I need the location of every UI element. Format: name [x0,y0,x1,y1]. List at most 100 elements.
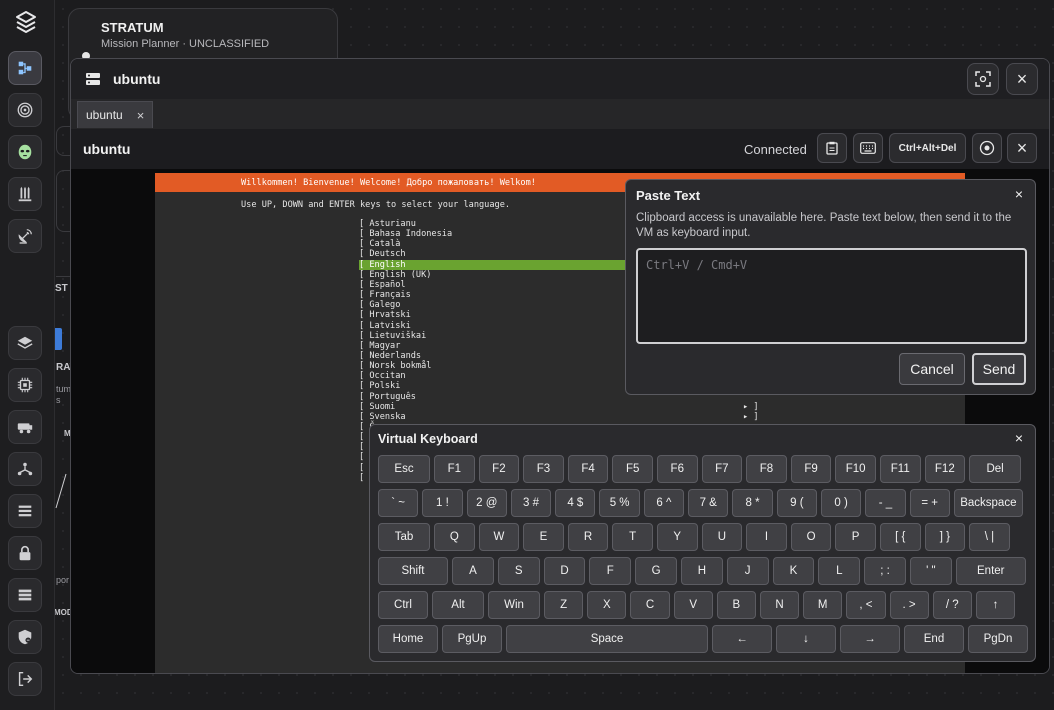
key-0-)[interactable]: 0 ) [820,489,862,517]
window-header[interactable]: ubuntu × [71,59,1049,100]
key-f12[interactable]: F12 [924,455,966,483]
key-h[interactable]: H [680,557,723,585]
key-pgup[interactable]: PgUp [442,625,502,653]
key-f1[interactable]: F1 [434,455,475,483]
rail-vehicle-button[interactable] [8,410,42,444]
key-9-([interactable]: 9 ( [776,489,817,517]
key-\-|[interactable]: \ | [969,523,1010,551]
key-'-"[interactable]: ' " [909,557,952,585]
paste-textarea[interactable] [636,248,1027,344]
key-k[interactable]: K [772,557,815,585]
key-u[interactable]: U [701,523,743,551]
key-pgdn[interactable]: PgDn [968,625,1028,653]
key-=-+[interactable]: = + [909,489,950,517]
key-i[interactable]: I [746,523,787,551]
ctrl-alt-del-button[interactable]: Ctrl+Alt+Del [889,133,966,163]
key-4-$[interactable]: 4 $ [555,489,596,517]
key-↓[interactable]: ↓ [776,625,836,653]
key-.->[interactable]: . > [889,591,929,619]
key-5-%[interactable]: 5 % [599,489,640,517]
key-del[interactable]: Del [969,455,1022,483]
key-esc[interactable]: Esc [378,455,430,483]
key-←[interactable]: ← [712,625,772,653]
language-option[interactable]: [ Suomi [359,402,959,412]
key-;-:[interactable]: ; : [864,557,906,585]
rail-workflow-button[interactable] [8,51,42,85]
key---_[interactable]: - _ [865,489,906,517]
key-win[interactable]: Win [488,591,540,619]
key-f7[interactable]: F7 [701,455,743,483]
key-n[interactable]: N [759,591,800,619]
key-home[interactable]: Home [378,625,438,653]
key-f8[interactable]: F8 [746,455,787,483]
key-f2[interactable]: F2 [478,455,520,483]
keyboard-close-icon[interactable]: × [1015,430,1023,446]
rail-missiles-button[interactable] [8,177,42,211]
key-b[interactable]: B [716,591,756,619]
key-,-<[interactable]: , < [846,591,886,619]
rail-target-button[interactable] [8,93,42,127]
key-f11[interactable]: F11 [879,455,921,483]
rail-database-button[interactable] [8,578,42,612]
language-option[interactable]: [ English [359,259,626,270]
key-3-#[interactable]: 3 # [510,489,552,517]
key-l[interactable]: L [818,557,861,585]
key-end[interactable]: End [904,625,964,653]
key-1-![interactable]: 1 ! [422,489,463,517]
rail-list-button[interactable] [8,494,42,528]
send-button[interactable]: Send [972,353,1026,385]
rail-network-button[interactable] [8,452,42,486]
key-enter[interactable]: Enter [955,557,1026,585]
key-tab[interactable]: Tab [378,523,430,551]
paste-button[interactable] [817,133,847,163]
key-f5[interactable]: F5 [612,455,653,483]
key-m[interactable]: M [803,591,843,619]
key-alt[interactable]: Alt [432,591,484,619]
key-6-^[interactable]: 6 ^ [643,489,685,517]
rail-shield-button[interactable] [8,620,42,654]
key-w[interactable]: W [478,523,520,551]
key-a[interactable]: A [452,557,494,585]
rail-layers-button[interactable] [8,326,42,360]
rail-chip-button[interactable] [8,368,42,402]
key-d[interactable]: D [543,557,586,585]
language-option[interactable]: [ Svenska [359,412,959,422]
cancel-button[interactable]: Cancel [899,353,965,385]
key-8-*[interactable]: 8 * [732,489,773,517]
key-g[interactable]: G [635,557,677,585]
rail-logout-button[interactable] [8,662,42,696]
key-x[interactable]: X [587,591,627,619]
key-f3[interactable]: F3 [523,455,564,483]
keyboard-toggle-button[interactable] [853,133,883,163]
key-t[interactable]: T [612,523,653,551]
key-backspace[interactable]: Backspace [953,489,1023,517]
rail-lock-button[interactable] [8,536,42,570]
key-→[interactable]: → [840,625,900,653]
key-f4[interactable]: F4 [567,455,609,483]
key-v[interactable]: V [673,591,713,619]
disconnect-button[interactable]: × [1007,133,1037,163]
key-o[interactable]: O [790,523,832,551]
fullscreen-button[interactable] [967,63,999,95]
tab-ubuntu[interactable]: ubuntu × [77,101,153,128]
key-↑[interactable]: ↑ [975,591,1016,619]
key-y[interactable]: Y [656,523,698,551]
key-c[interactable]: C [630,591,670,619]
key-s[interactable]: S [497,557,540,585]
key-f6[interactable]: F6 [656,455,698,483]
key-f10[interactable]: F10 [835,455,876,483]
rail-alien-button[interactable] [8,135,42,169]
key-2-@[interactable]: 2 @ [466,489,507,517]
key-7-&[interactable]: 7 & [688,489,729,517]
key-z[interactable]: Z [544,591,584,619]
record-button[interactable] [972,133,1002,163]
key-f9[interactable]: F9 [790,455,832,483]
window-close-button[interactable]: × [1006,63,1038,95]
key-q[interactable]: Q [434,523,475,551]
key-space[interactable]: Space [506,625,708,653]
key-f[interactable]: F [589,557,632,585]
key-[-{[interactable]: [ { [879,523,921,551]
tab-close-icon[interactable]: × [137,108,145,123]
paste-close-icon[interactable]: × [1015,186,1023,202]
key-p[interactable]: P [835,523,876,551]
